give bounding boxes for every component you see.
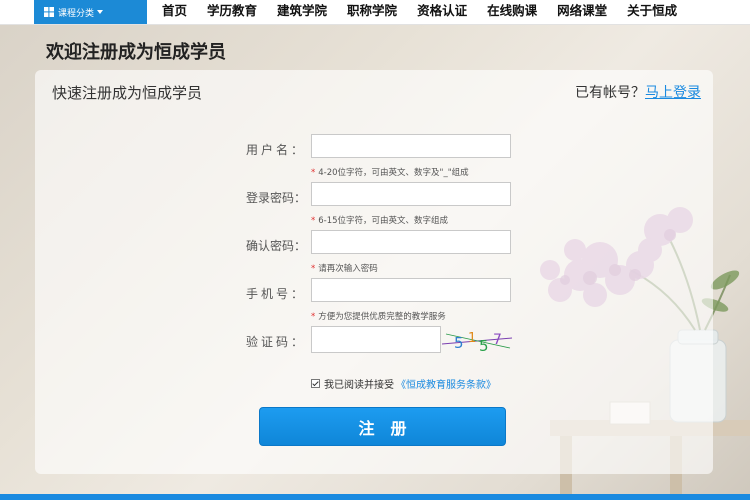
- phone-hint-text: 方便为您提供优质完整的教学服务: [318, 312, 446, 322]
- agree-text: 我已阅读并接受: [324, 380, 394, 391]
- username-hint-text: 4-20位字符，可由英文、数字及"_"组成: [318, 168, 469, 178]
- captcha-input[interactable]: [311, 326, 441, 353]
- nav-item-title-college[interactable]: 职称学院: [337, 0, 407, 24]
- main-menu: 首页 学历教育 建筑学院 职称学院 资格认证 在线购课 网络课堂 关于恒成: [152, 0, 687, 24]
- phone-label: 手机号：: [245, 287, 306, 301]
- nav-item-home[interactable]: 首页: [152, 0, 197, 24]
- phone-input[interactable]: [311, 278, 511, 302]
- panel-title: 快速注册成为恒成学员: [52, 84, 203, 102]
- captcha-char: 1: [468, 331, 476, 346]
- nav-item-construction-college[interactable]: 建筑学院: [267, 0, 337, 24]
- caret-down-icon: [97, 10, 104, 14]
- password-label: 登录密码：: [245, 191, 306, 205]
- nav-item-online-classroom[interactable]: 网络课堂: [547, 0, 617, 24]
- register-button[interactable]: 注册: [259, 407, 506, 446]
- phone-hint: * 方便为您提供优质完整的教学服务: [311, 310, 446, 322]
- captcha-char: 7: [493, 332, 502, 348]
- windows-icon: [44, 7, 54, 17]
- required-mark: *: [311, 168, 316, 178]
- captcha-char: 5: [454, 334, 464, 352]
- confirm-password-hint: * 请再次输入密码: [311, 262, 378, 274]
- login-hint: 已有帐号？马上登录: [575, 82, 701, 102]
- nav-item-about[interactable]: 关于恒成: [617, 0, 687, 24]
- nav-item-degree-education[interactable]: 学历教育: [197, 0, 267, 24]
- page-title: 欢迎注册成为恒成学员: [46, 42, 226, 63]
- nav-item-buy-courses[interactable]: 在线购课: [477, 0, 547, 24]
- password-hint-text: 6-15位字符，可由英文、数字组成: [318, 216, 449, 226]
- terms-link[interactable]: 《恒成教育服务条款》: [396, 376, 496, 391]
- required-mark: *: [311, 312, 316, 322]
- top-nav: 课程分类 首页 学历教育 建筑学院 职称学院 资格认证 在线购课 网络课堂 关于…: [0, 0, 750, 25]
- required-mark: *: [311, 264, 316, 274]
- username-input[interactable]: [311, 134, 511, 158]
- required-mark: *: [311, 216, 316, 226]
- login-prompt: 已有帐号？: [575, 85, 645, 101]
- username-label: 用户名：: [245, 143, 306, 157]
- confirm-password-label: 确认密码：: [245, 239, 306, 253]
- bottom-bar: [0, 494, 750, 500]
- captcha-image[interactable]: 5 1 5 7: [440, 324, 520, 356]
- confirm-password-input[interactable]: [311, 230, 511, 254]
- course-category-dropdown[interactable]: 课程分类: [34, 0, 147, 24]
- agreement-row: 我已阅读并接受 《恒成教育服务条款》: [311, 376, 496, 391]
- captcha-char: 5: [479, 337, 489, 355]
- agree-checkbox[interactable]: [311, 379, 320, 388]
- captcha-label: 验证码：: [245, 335, 306, 349]
- login-link[interactable]: 马上登录: [645, 85, 701, 101]
- course-category-label: 课程分类: [58, 8, 95, 19]
- nav-item-qualification[interactable]: 资格认证: [407, 0, 477, 24]
- confirm-password-hint-text: 请再次输入密码: [318, 264, 378, 274]
- password-hint: * 6-15位字符，可由英文、数字组成: [311, 214, 448, 226]
- password-input[interactable]: [311, 182, 511, 206]
- username-hint: * 4-20位字符，可由英文、数字及"_"组成: [311, 166, 469, 178]
